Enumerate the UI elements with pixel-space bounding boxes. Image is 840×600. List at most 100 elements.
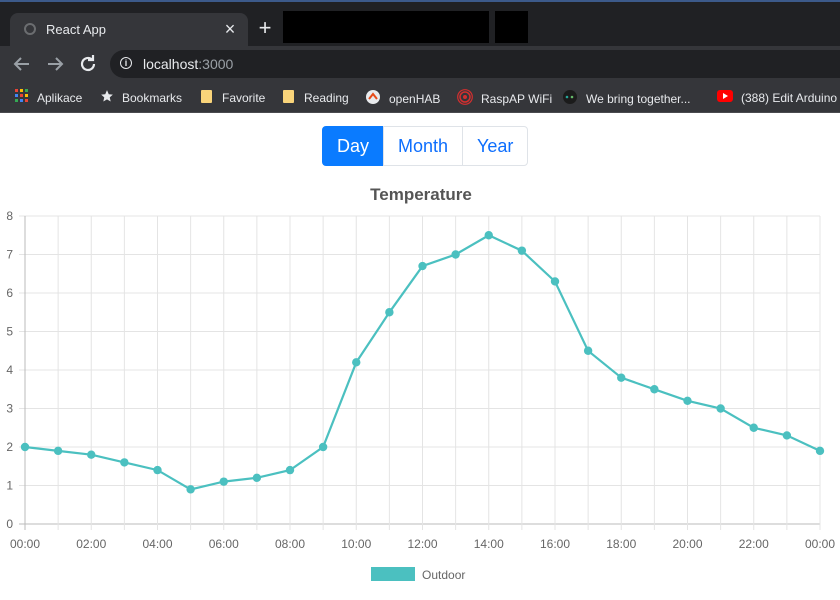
browser-tabstrip: React App × + (0, 0, 840, 46)
bookmark-label: Aplikace (37, 91, 83, 105)
data-point[interactable] (219, 477, 228, 486)
bookmark-label: (388) Edit Arduino (741, 90, 838, 105)
y-tick-label: 1 (6, 479, 13, 493)
bookmark-raspap[interactable]: RaspAP WiFi (457, 89, 552, 107)
data-point[interactable] (716, 404, 725, 413)
day-button[interactable]: Day (322, 126, 385, 166)
year-button[interactable]: Year (462, 126, 529, 166)
x-tick-label: 00:00 (805, 537, 835, 551)
period-selector: Day Month Year (322, 126, 529, 166)
bookmark-label: Bookmarks (122, 91, 183, 105)
tab-title: React App (46, 22, 106, 37)
site-icon (562, 89, 578, 109)
forward-arrow-icon[interactable] (43, 52, 67, 76)
back-arrow-icon[interactable] (10, 52, 34, 76)
data-point[interactable] (53, 446, 63, 456)
temperature-chart: Temperature 0 1 2 3 4 5 6 7 8 00:00 02:00 04:00 06:… (6, 185, 835, 582)
data-point[interactable] (517, 246, 527, 255)
chart-grid (19, 215, 821, 530)
bookmark-bookmarks[interactable]: Bookmarks (100, 89, 182, 107)
month-button[interactable]: Month (383, 126, 464, 166)
url-host: localhost (143, 56, 199, 72)
bookmark-label: RaspAP WiFi (481, 92, 553, 106)
y-tick-label: 6 (6, 286, 13, 300)
url-port: :3000 (198, 56, 234, 72)
data-point[interactable] (650, 385, 659, 394)
y-tick-label: 8 (6, 209, 13, 223)
y-tick-label: 4 (6, 363, 13, 377)
x-tick-label: 00:00 (10, 537, 40, 551)
address-bar[interactable]: i localhost:3000 (110, 50, 840, 78)
data-point[interactable] (815, 446, 825, 456)
bookmark-favorite[interactable]: Favorite (200, 89, 265, 107)
data-point[interactable] (285, 465, 295, 475)
apps-grid-icon (15, 89, 29, 107)
data-point[interactable] (683, 396, 692, 405)
bookmark-aplikace[interactable]: Aplikace (15, 89, 82, 107)
data-point[interactable] (186, 485, 195, 494)
redacted-tab-small (495, 11, 528, 43)
x-tick-label: 04:00 (142, 537, 172, 551)
data-point[interactable] (352, 358, 361, 367)
new-tab-button[interactable]: + (253, 17, 277, 41)
x-axis-ticks: 00:00 02:00 04:00 06:00 08:00 10:00 12:00 14:00… (10, 537, 835, 551)
bookmarks-bar: Aplikace Bookmarks Favorite Reading open… (0, 82, 840, 113)
data-point[interactable] (484, 231, 493, 240)
bookmark-label: Favorite (222, 91, 266, 105)
data-point[interactable] (617, 373, 626, 382)
x-tick-label: 20:00 (672, 537, 702, 551)
star-icon (100, 89, 114, 107)
bookmark-we-bring-together[interactable]: We bring together... (562, 89, 691, 107)
data-point[interactable] (153, 465, 162, 475)
data-point[interactable] (252, 473, 262, 482)
y-tick-label: 5 (6, 325, 13, 339)
data-point[interactable] (550, 277, 560, 286)
chart-legend: Outdoor (371, 567, 465, 582)
x-tick-label: 14:00 (474, 537, 504, 551)
y-tick-label: 2 (6, 440, 13, 454)
y-tick-label: 7 (6, 248, 13, 262)
browser-toolbar: i localhost:3000 (0, 46, 840, 82)
reload-icon[interactable] (76, 52, 100, 76)
data-point[interactable] (782, 431, 792, 440)
data-point[interactable] (87, 450, 96, 459)
x-tick-label: 10:00 (341, 537, 371, 551)
bookmark-edit-arduino[interactable]: (388) Edit Arduino (717, 89, 837, 107)
data-point[interactable] (120, 458, 129, 467)
data-point[interactable] (583, 346, 593, 355)
x-tick-label: 16:00 (540, 537, 570, 551)
x-tick-label: 22:00 (739, 537, 769, 551)
data-point[interactable] (418, 261, 427, 271)
openhab-icon (365, 89, 381, 109)
y-tick-label: 0 (6, 517, 13, 531)
react-favicon-icon (24, 23, 36, 35)
y-tick-label: 3 (6, 402, 13, 416)
data-point[interactable] (385, 308, 394, 317)
legend-swatch-outdoor[interactable] (371, 567, 415, 581)
data-point[interactable] (451, 250, 460, 259)
bookmark-label: openHAB (389, 92, 441, 106)
tab-close-icon[interactable]: × (220, 19, 240, 39)
bookmark-label: We bring together... (586, 92, 691, 106)
x-tick-label: 12:00 (407, 537, 437, 551)
x-tick-label: 02:00 (76, 537, 106, 551)
bookmark-label: Reading (304, 91, 349, 105)
legend-label-outdoor: Outdoor (422, 568, 465, 582)
redacted-tab (283, 11, 489, 43)
x-tick-label: 06:00 (209, 537, 239, 551)
y-axis-ticks: 0 1 2 3 4 5 6 7 8 (6, 209, 13, 531)
bookmark-openhab[interactable]: openHAB (365, 89, 440, 107)
data-point[interactable] (318, 442, 328, 452)
youtube-icon (717, 89, 733, 106)
bookmark-reading[interactable]: Reading (282, 89, 349, 107)
url-text: localhost:3000 (143, 56, 233, 72)
data-point[interactable] (20, 442, 30, 452)
folder-icon (282, 89, 296, 107)
x-tick-label: 18:00 (606, 537, 636, 551)
x-tick-label: 08:00 (275, 537, 305, 551)
data-point[interactable] (749, 423, 758, 432)
browser-tab[interactable]: React App × (10, 13, 248, 46)
folder-icon (200, 89, 214, 107)
site-info-icon[interactable]: i (120, 57, 132, 69)
window-top-border (0, 0, 840, 2)
